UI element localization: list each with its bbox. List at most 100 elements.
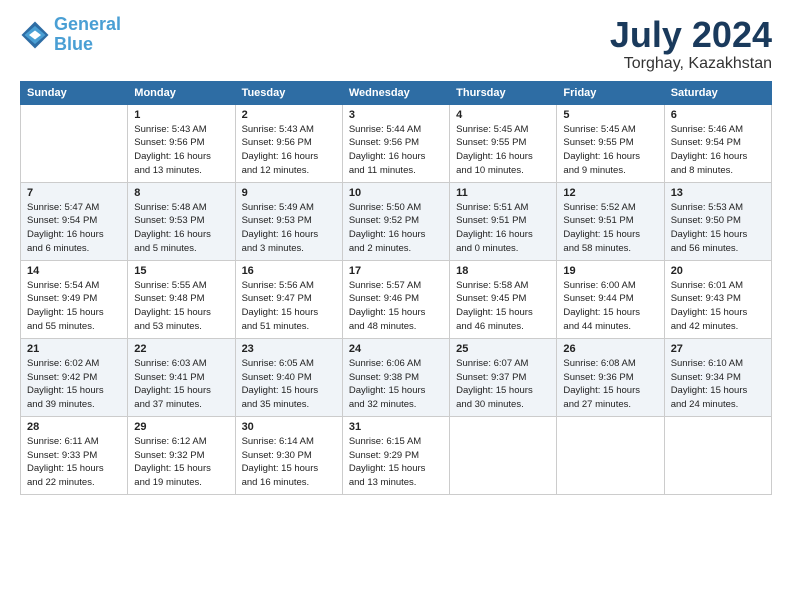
day-number: 22 [134,343,228,355]
day-info: Sunrise: 5:58 AM Sunset: 9:45 PM Dayligh… [456,279,550,334]
day-number: 8 [134,187,228,199]
day-info: Sunrise: 5:46 AM Sunset: 9:54 PM Dayligh… [671,123,765,178]
day-cell: 1Sunrise: 5:43 AM Sunset: 9:56 PM Daylig… [128,104,235,182]
week-row-1: 1Sunrise: 5:43 AM Sunset: 9:56 PM Daylig… [21,104,772,182]
day-info: Sunrise: 6:10 AM Sunset: 9:34 PM Dayligh… [671,357,765,412]
day-cell [450,416,557,494]
day-cell: 22 Sunrise: 6:03 AM Sunset: 9:41 PM Dayli… [128,338,235,416]
logo-text: General Blue [54,15,121,55]
day-cell [557,416,664,494]
day-info: Sunrise: 6:12 AM Sunset: 9:32 PM Dayligh… [134,435,228,490]
day-number: 16 [242,265,336,277]
day-number: 9 [242,187,336,199]
day-cell: 3 Sunrise: 5:44 AM Sunset: 9:56 PM Daylig… [342,104,449,182]
day-cell: 14 Sunrise: 5:54 AM Sunset: 9:49 PM Dayli… [21,260,128,338]
week-row-2: 7 Sunrise: 5:47 AM Sunset: 9:54 PM Daylig… [21,182,772,260]
day-number: 14 [27,265,121,277]
day-info: Sunrise: 6:06 AM Sunset: 9:38 PM Dayligh… [349,357,443,412]
day-number: 17 [349,265,443,277]
day-cell: 16 Sunrise: 5:56 AM Sunset: 9:47 PM Dayli… [235,260,342,338]
day-number: 24 [349,343,443,355]
th-tuesday: Tuesday [235,81,342,104]
day-info: Sunrise: 6:14 AM Sunset: 9:30 PM Dayligh… [242,435,336,490]
day-number: 25 [456,343,550,355]
calendar-table: Sunday Monday Tuesday Wednesday Thursday… [20,81,772,495]
day-cell: 21 Sunrise: 6:02 AM Sunset: 9:42 PM Dayli… [21,338,128,416]
day-number: 3 [349,109,443,121]
day-cell: 24 Sunrise: 6:06 AM Sunset: 9:38 PM Dayli… [342,338,449,416]
day-cell: 18 Sunrise: 5:58 AM Sunset: 9:45 PM Dayli… [450,260,557,338]
day-number: 15 [134,265,228,277]
day-number: 26 [563,343,657,355]
week-row-3: 14 Sunrise: 5:54 AM Sunset: 9:49 PM Dayli… [21,260,772,338]
day-cell: 10Sunrise: 5:50 AM Sunset: 9:52 PM Dayli… [342,182,449,260]
day-number: 19 [563,265,657,277]
logo: General Blue [20,15,121,55]
day-info: Sunrise: 5:43 AM Sunset: 9:56 PM Dayligh… [242,123,336,178]
day-cell: 9 Sunrise: 5:49 AM Sunset: 9:53 PM Daylig… [235,182,342,260]
day-number: 27 [671,343,765,355]
day-cell: 5Sunrise: 5:45 AM Sunset: 9:55 PM Daylig… [557,104,664,182]
day-info: Sunrise: 5:51 AM Sunset: 9:51 PM Dayligh… [456,201,550,256]
day-info: Sunrise: 5:52 AM Sunset: 9:51 PM Dayligh… [563,201,657,256]
day-cell: 15Sunrise: 5:55 AM Sunset: 9:48 PM Dayli… [128,260,235,338]
day-cell: 4Sunrise: 5:45 AM Sunset: 9:55 PM Daylig… [450,104,557,182]
day-number: 7 [27,187,121,199]
day-number: 18 [456,265,550,277]
calendar-header: Sunday Monday Tuesday Wednesday Thursday… [21,81,772,104]
day-number: 2 [242,109,336,121]
day-cell: 2 Sunrise: 5:43 AM Sunset: 9:56 PM Daylig… [235,104,342,182]
th-thursday: Thursday [450,81,557,104]
day-info: Sunrise: 5:54 AM Sunset: 9:49 PM Dayligh… [27,279,121,334]
day-number: 20 [671,265,765,277]
day-info: Sunrise: 5:47 AM Sunset: 9:54 PM Dayligh… [27,201,121,256]
day-info: Sunrise: 6:00 AM Sunset: 9:44 PM Dayligh… [563,279,657,334]
day-info: Sunrise: 5:48 AM Sunset: 9:53 PM Dayligh… [134,201,228,256]
day-cell: 7 Sunrise: 5:47 AM Sunset: 9:54 PM Daylig… [21,182,128,260]
day-info: Sunrise: 5:53 AM Sunset: 9:50 PM Dayligh… [671,201,765,256]
day-number: 30 [242,421,336,433]
day-info: Sunrise: 6:08 AM Sunset: 9:36 PM Dayligh… [563,357,657,412]
th-sunday: Sunday [21,81,128,104]
day-number: 13 [671,187,765,199]
day-cell: 17Sunrise: 5:57 AM Sunset: 9:46 PM Dayli… [342,260,449,338]
day-info: Sunrise: 5:56 AM Sunset: 9:47 PM Dayligh… [242,279,336,334]
day-cell: 13 Sunrise: 5:53 AM Sunset: 9:50 PM Dayli… [664,182,771,260]
day-cell: 8 Sunrise: 5:48 AM Sunset: 9:53 PM Daylig… [128,182,235,260]
logo-icon [20,20,50,50]
th-wednesday: Wednesday [342,81,449,104]
day-info: Sunrise: 5:44 AM Sunset: 9:56 PM Dayligh… [349,123,443,178]
logo-line1: General [54,14,121,34]
logo-line2: Blue [54,34,93,54]
day-number: 29 [134,421,228,433]
day-cell [21,104,128,182]
day-cell: 31 Sunrise: 6:15 AM Sunset: 9:29 PM Dayli… [342,416,449,494]
day-info: Sunrise: 6:15 AM Sunset: 9:29 PM Dayligh… [349,435,443,490]
th-friday: Friday [557,81,664,104]
day-info: Sunrise: 6:03 AM Sunset: 9:41 PM Dayligh… [134,357,228,412]
day-number: 10 [349,187,443,199]
day-info: Sunrise: 6:11 AM Sunset: 9:33 PM Dayligh… [27,435,121,490]
day-number: 11 [456,187,550,199]
day-cell: 11 Sunrise: 5:51 AM Sunset: 9:51 PM Dayli… [450,182,557,260]
calendar-body: 1Sunrise: 5:43 AM Sunset: 9:56 PM Daylig… [21,104,772,494]
week-row-5: 28Sunrise: 6:11 AM Sunset: 9:33 PM Dayli… [21,416,772,494]
day-number: 31 [349,421,443,433]
title-block: July 2024 Torghay, Kazakhstan [610,15,772,73]
day-cell [664,416,771,494]
day-number: 23 [242,343,336,355]
month-title: July 2024 [610,15,772,55]
day-cell: 19 Sunrise: 6:00 AM Sunset: 9:44 PM Dayli… [557,260,664,338]
day-cell: 26 Sunrise: 6:08 AM Sunset: 9:36 PM Dayli… [557,338,664,416]
day-cell: 29 Sunrise: 6:12 AM Sunset: 9:32 PM Dayli… [128,416,235,494]
day-cell: 23 Sunrise: 6:05 AM Sunset: 9:40 PM Dayli… [235,338,342,416]
day-number: 21 [27,343,121,355]
calendar-page: General Blue July 2024 Torghay, Kazakhst… [0,0,792,612]
day-info: Sunrise: 5:49 AM Sunset: 9:53 PM Dayligh… [242,201,336,256]
day-info: Sunrise: 6:07 AM Sunset: 9:37 PM Dayligh… [456,357,550,412]
day-info: Sunrise: 6:01 AM Sunset: 9:43 PM Dayligh… [671,279,765,334]
day-info: Sunrise: 6:02 AM Sunset: 9:42 PM Dayligh… [27,357,121,412]
week-row-4: 21 Sunrise: 6:02 AM Sunset: 9:42 PM Dayli… [21,338,772,416]
day-info: Sunrise: 6:05 AM Sunset: 9:40 PM Dayligh… [242,357,336,412]
day-number: 5 [563,109,657,121]
